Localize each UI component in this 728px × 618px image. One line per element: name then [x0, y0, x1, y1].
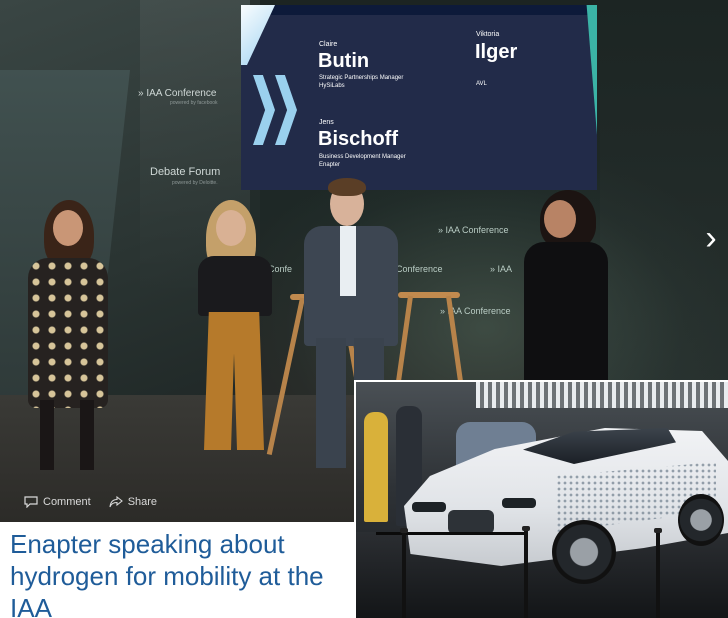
speaker3-first: Jens [319, 119, 334, 126]
floor-text: » IAA [490, 264, 513, 274]
share-label: Share [127, 496, 158, 508]
speaker-person-1 [18, 200, 118, 480]
comment-button[interactable]: Comment [24, 496, 91, 508]
conference-sub: powered by facebook [170, 100, 218, 106]
speaker1-role: Strategic Partnerships Manager [319, 75, 404, 81]
speaker3-role: Business Development Manager [319, 154, 406, 160]
comment-label: Comment [43, 496, 91, 508]
speaker-screen: Claire Butin Strategic Partnerships Mana… [241, 5, 597, 190]
next-slide-arrow[interactable]: › [700, 218, 722, 258]
floor-text: » IAA Conference [438, 225, 509, 235]
chevron-icon [275, 75, 297, 145]
speaker1-last: Butin [318, 50, 370, 72]
speaker1-org: HySiLabs [319, 83, 345, 89]
photo-caption: Enapter speaking about hydrogen for mobi… [10, 529, 324, 618]
social-bar: Comment Share [0, 490, 352, 514]
speaker2-org: AVL [476, 81, 487, 87]
ceiling-lights [476, 382, 728, 408]
speaker3-org: Enapter [319, 162, 341, 168]
barrier-post [656, 532, 660, 618]
barrier-post [402, 532, 406, 618]
bystander [364, 412, 388, 522]
share-button[interactable]: Share [109, 496, 157, 508]
screen-accent [241, 5, 275, 65]
car-grille [448, 510, 494, 534]
hydrogen-car-photo [354, 380, 728, 618]
speaker2-first: Viktoria [476, 31, 500, 38]
speaker-person-2 [192, 200, 278, 460]
speaker2-last: Ilger [475, 41, 518, 63]
speaker3-last: Bischoff [318, 128, 398, 150]
car-wheel [678, 494, 724, 546]
speaker1-first: Claire [319, 41, 338, 48]
conference-title: » IAA Conference [138, 88, 217, 99]
chevron-icon [253, 75, 275, 145]
screen-accent-right [586, 5, 597, 135]
car-wheel [552, 520, 616, 584]
share-icon [109, 496, 123, 508]
barrier-post [524, 530, 528, 618]
floor-text: Conference [396, 264, 443, 274]
comment-icon [24, 496, 38, 508]
debate-forum-title: Debate Forum [150, 166, 221, 178]
debate-forum-sub: powered by Deloitte. [172, 180, 218, 186]
